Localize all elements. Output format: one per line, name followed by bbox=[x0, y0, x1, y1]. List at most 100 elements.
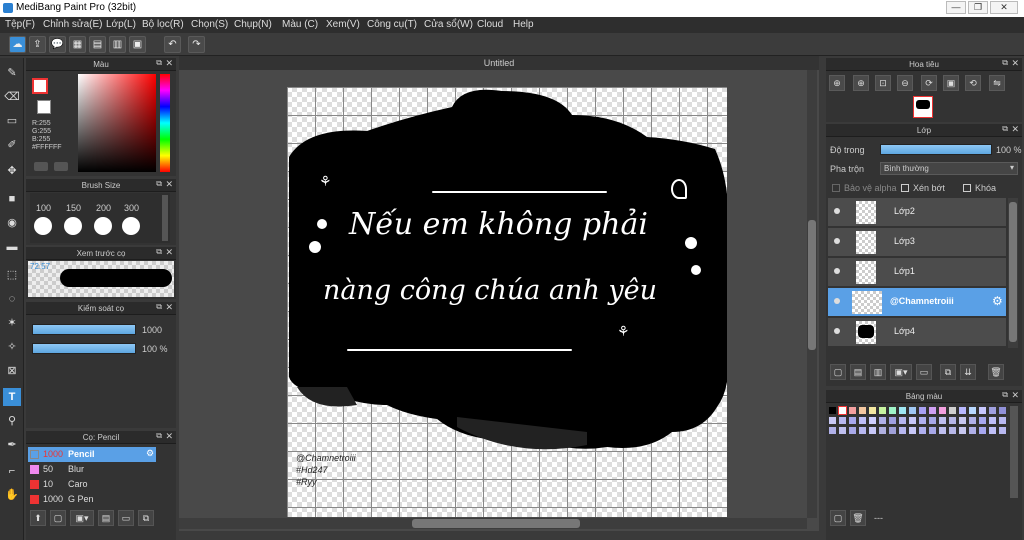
color-swatch[interactable] bbox=[938, 416, 947, 425]
new-1bit-layer-icon[interactable]: ▥ bbox=[870, 364, 886, 380]
merge-layer-icon[interactable]: ⇊ bbox=[960, 364, 976, 380]
color-swatch[interactable] bbox=[898, 426, 907, 435]
fit-icon[interactable]: ⊡ bbox=[875, 75, 891, 91]
close-icon[interactable]: ✕ bbox=[165, 302, 173, 313]
document-icon[interactable]: ▤ bbox=[89, 36, 106, 53]
close-icon[interactable]: ✕ bbox=[165, 58, 173, 69]
maximize-button[interactable]: ❐ bbox=[968, 1, 988, 14]
color-swatch[interactable] bbox=[998, 416, 1007, 425]
brush-tool-icon[interactable]: ✎ bbox=[3, 64, 21, 82]
color-swatch[interactable] bbox=[848, 426, 857, 435]
brush-dot[interactable] bbox=[94, 217, 112, 235]
layer-row[interactable]: Lớp3 bbox=[828, 228, 1006, 257]
color-swatch[interactable] bbox=[968, 416, 977, 425]
layer-row[interactable]: Lớp1 bbox=[828, 258, 1006, 287]
layers-scroll-thumb[interactable] bbox=[1009, 202, 1017, 342]
reset-icon[interactable]: ⟲ bbox=[965, 75, 981, 91]
fill-rect-tool-icon[interactable]: ■ bbox=[3, 190, 21, 208]
eye-icon[interactable] bbox=[834, 208, 840, 214]
canvas-tab[interactable]: Untitled bbox=[179, 56, 819, 70]
color-swatch[interactable] bbox=[918, 406, 927, 415]
color-swatch[interactable] bbox=[928, 406, 937, 415]
color-swatch[interactable] bbox=[908, 426, 917, 435]
horizontal-scroll-thumb[interactable] bbox=[412, 519, 580, 528]
color-swatch[interactable] bbox=[888, 416, 897, 425]
layer-row[interactable]: Lớp4 bbox=[828, 318, 1006, 347]
color-swatch[interactable] bbox=[908, 406, 917, 415]
color-swatch[interactable] bbox=[958, 426, 967, 435]
saturation-value-picker[interactable] bbox=[78, 74, 156, 172]
brush-size-scrollbar[interactable] bbox=[162, 195, 168, 241]
color-swatch[interactable] bbox=[898, 406, 907, 415]
color-swatch[interactable] bbox=[868, 406, 877, 415]
color-swatch[interactable] bbox=[938, 406, 947, 415]
cloud-icon[interactable]: ☁ bbox=[9, 36, 26, 53]
eye-icon[interactable] bbox=[834, 238, 840, 244]
layer-folder-icon[interactable]: ▭ bbox=[916, 364, 932, 380]
new-halftone-layer-icon[interactable]: ▤ bbox=[850, 364, 866, 380]
undock-icon[interactable]: ⧉ bbox=[156, 179, 162, 189]
color-swap-icon[interactable] bbox=[54, 162, 68, 171]
color-swatch[interactable] bbox=[998, 426, 1007, 435]
undock-icon[interactable]: ⧉ bbox=[156, 247, 162, 257]
color-swatch[interactable] bbox=[938, 426, 947, 435]
color-swatch[interactable] bbox=[958, 416, 967, 425]
menu-layer[interactable]: Lớp(L) bbox=[106, 19, 136, 30]
undock-icon[interactable]: ⧉ bbox=[156, 431, 162, 441]
upload-icon[interactable]: ⇪ bbox=[29, 36, 46, 53]
color-swatch[interactable] bbox=[838, 416, 847, 425]
layer-row-selected[interactable]: @Chamnetroiii ⚙ bbox=[828, 288, 1006, 317]
color-swatch[interactable] bbox=[888, 426, 897, 435]
actual-size-icon[interactable]: ▣ bbox=[943, 75, 959, 91]
color-swatch[interactable] bbox=[918, 416, 927, 425]
brush-dot[interactable] bbox=[64, 217, 82, 235]
close-icon[interactable]: ✕ bbox=[165, 247, 173, 258]
brush-folder-icon[interactable]: ▭ bbox=[118, 510, 134, 526]
rotate-icon[interactable]: ⟳ bbox=[921, 75, 937, 91]
hue-slider[interactable] bbox=[160, 74, 170, 172]
hand-tool-icon[interactable]: ✋ bbox=[3, 486, 21, 504]
color-swatch[interactable] bbox=[838, 406, 847, 415]
color-swatch[interactable] bbox=[858, 426, 867, 435]
list-icon[interactable]: ▥ bbox=[109, 36, 126, 53]
undock-icon[interactable]: ⧉ bbox=[1002, 124, 1008, 134]
zoom-plus-icon[interactable]: ⊕ bbox=[853, 75, 869, 91]
menu-help[interactable]: Help bbox=[513, 19, 534, 30]
brush-dot[interactable] bbox=[122, 217, 140, 235]
color-swatch[interactable] bbox=[928, 416, 937, 425]
protect-alpha-checkbox[interactable] bbox=[832, 184, 840, 192]
eraser-tool-icon[interactable]: ⌫ bbox=[3, 88, 21, 106]
color-swatch[interactable] bbox=[888, 406, 897, 415]
frame-icon[interactable]: ▣ bbox=[129, 36, 146, 53]
delete-layer-icon[interactable]: 🗑 bbox=[988, 364, 1004, 380]
bucket-tool-icon[interactable]: ◉ bbox=[3, 214, 21, 232]
zoom-in-icon[interactable]: ⊕ bbox=[829, 75, 845, 91]
brush-settings-icon[interactable]: ▤ bbox=[98, 510, 114, 526]
color-swatch[interactable] bbox=[828, 406, 837, 415]
vertical-scrollbar[interactable] bbox=[807, 70, 817, 518]
move-tool-icon[interactable]: ✥ bbox=[3, 162, 21, 180]
brush-menu-icon[interactable]: ▣▾ bbox=[70, 510, 94, 526]
menu-color[interactable]: Màu (C) bbox=[282, 19, 318, 30]
text-tool-icon[interactable]: T bbox=[3, 388, 21, 406]
background-color-swatch[interactable] bbox=[37, 100, 51, 114]
color-swatch[interactable] bbox=[988, 426, 997, 435]
select-tool-icon[interactable]: ⬚ bbox=[3, 266, 21, 284]
duplicate-layer-icon[interactable]: ⧉ bbox=[940, 364, 956, 380]
color-swatch[interactable] bbox=[948, 426, 957, 435]
new-layer-icon[interactable]: ▢ bbox=[830, 364, 846, 380]
brush-item-pencil[interactable]: 1000 Pencil ⚙ bbox=[28, 447, 156, 462]
color-swatch[interactable] bbox=[978, 426, 987, 435]
undock-icon[interactable]: ⧉ bbox=[1002, 390, 1008, 400]
menu-snap[interactable]: Chụp(N) bbox=[234, 19, 272, 30]
menu-window[interactable]: Cửa sổ(W) bbox=[424, 19, 473, 30]
dropper-tool-icon[interactable]: ⌐ bbox=[3, 462, 21, 480]
brush-item-caro[interactable]: 10 Caro bbox=[28, 477, 156, 492]
close-icon[interactable]: ✕ bbox=[165, 431, 173, 442]
menu-filter[interactable]: Bộ lọc(R) bbox=[142, 19, 184, 30]
horizontal-scrollbar[interactable] bbox=[179, 518, 807, 529]
eyedropper-tool-icon[interactable]: ✒ bbox=[3, 436, 21, 454]
vertical-scroll-thumb[interactable] bbox=[808, 220, 816, 350]
color-swatch[interactable] bbox=[958, 406, 967, 415]
brush-item-blur[interactable]: 50 Blur bbox=[28, 462, 156, 477]
